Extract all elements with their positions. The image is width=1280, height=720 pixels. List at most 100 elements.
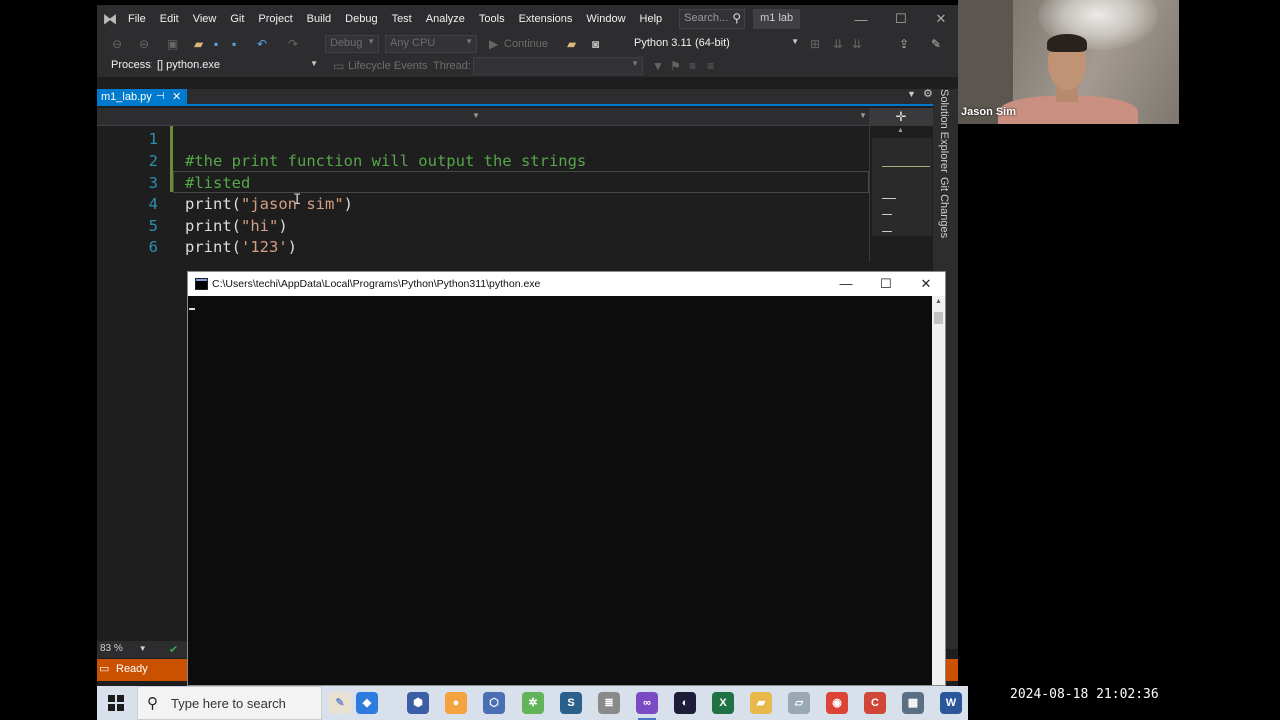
python-console-window[interactable]: C:\Users\techi\AppData\Local\Programs\Py… (187, 271, 946, 686)
save-all-icon[interactable]: ▪ (232, 36, 236, 52)
calculator-icon[interactable]: ▦ (902, 692, 924, 714)
minimap-viewport[interactable] (872, 138, 932, 236)
platform-dropdown[interactable]: Any CPU ▼ (385, 35, 477, 53)
notepad-icon[interactable]: ✎ (329, 692, 351, 714)
minimap-line (882, 231, 892, 232)
flag-icon[interactable]: ⚑ (670, 58, 681, 74)
process-dropdown[interactable]: [] python.exe ▼ (152, 57, 322, 75)
document-tab-strip: m1_lab.py ⊣ ✕ (97, 89, 940, 106)
configuration-dropdown[interactable]: Debug ▼ (325, 35, 379, 53)
menu-help[interactable]: Help (635, 5, 672, 33)
sql-icon[interactable]: S (560, 692, 582, 714)
console-scrollbar[interactable]: ▲ (932, 296, 945, 685)
zoom-control[interactable]: 83 % ▼ ✔ (97, 641, 187, 658)
navigation-bar[interactable]: ▼ ▼ (97, 108, 869, 126)
new-item-icon[interactable]: ▣ (167, 36, 178, 52)
open-folder-icon[interactable]: ▰ (194, 36, 203, 52)
chevron-down-icon: ▼ (465, 37, 473, 46)
redo-icon[interactable]: ↷ (288, 36, 298, 52)
camera-icon[interactable]: ◙ (592, 36, 599, 52)
solution-explorer-tab[interactable]: Solution Explorer (938, 89, 950, 173)
maximize-icon[interactable]: ☐ (881, 5, 921, 33)
console-minimize-icon[interactable]: — (826, 272, 866, 296)
menu-view[interactable]: View (188, 5, 226, 33)
code-line[interactable]: print("hi") (185, 217, 288, 235)
line-number: 4 (148, 195, 158, 213)
package-icon[interactable]: ⬡ (483, 692, 505, 714)
filter-icon[interactable]: ▼ (652, 58, 664, 74)
vs-search-input[interactable]: Search... ⚲ (679, 9, 746, 29)
console-close-icon[interactable]: ✕ (906, 272, 946, 296)
menu-analyze[interactable]: Analyze (421, 5, 474, 33)
windows-start-icon[interactable] (108, 695, 124, 711)
gear-icon[interactable]: ⚙ (923, 87, 933, 100)
file-explorer-icon[interactable]: ▰ (750, 692, 772, 714)
step-over-icon[interactable]: ⇊ (852, 36, 862, 52)
folder-icon[interactable]: ▰ (567, 36, 576, 52)
play-icon[interactable]: ▶ (489, 36, 498, 52)
stack-icon[interactable]: ≡ (689, 58, 696, 74)
no-issues-icon[interactable]: ✔ (169, 643, 178, 656)
console-title-bar[interactable]: C:\Users\techi\AppData\Local\Programs\Py… (188, 272, 945, 296)
step-icon[interactable]: ⇊ (833, 36, 843, 52)
continue-button[interactable]: Continue (504, 36, 548, 52)
menu-tools[interactable]: Tools (474, 5, 514, 33)
menu-extensions[interactable]: Extensions (514, 5, 582, 33)
tab-m1-lab[interactable]: m1_lab.py ⊣ ✕ (97, 89, 187, 106)
live-share-icon[interactable]: ⇪ (899, 36, 909, 52)
menu-edit[interactable]: Edit (155, 5, 188, 33)
menu-test[interactable]: Test (387, 5, 421, 33)
menu-file[interactable]: File (123, 5, 155, 33)
forward-icon[interactable]: ⊖ (139, 36, 149, 52)
tab-close-icon[interactable]: ✕ (172, 90, 181, 103)
notes-icon[interactable]: ▱ (788, 692, 810, 714)
chevron-down-icon[interactable]: ▼ (472, 111, 480, 120)
git-changes-tab[interactable]: Git Changes (938, 177, 950, 238)
eclipse-icon[interactable]: ◐ (674, 692, 696, 714)
menu-window[interactable]: Window (581, 5, 634, 33)
pin-icon[interactable]: ⊣ (156, 91, 165, 102)
menu-project[interactable]: Project (253, 5, 301, 33)
app-icon[interactable]: ◆ (356, 692, 378, 714)
split-window-icon[interactable]: ✛ (869, 108, 933, 126)
excel-icon[interactable]: X (712, 692, 734, 714)
back-icon[interactable]: ⊖ (112, 36, 122, 52)
close-icon[interactable]: ✕ (921, 5, 958, 33)
grid-icon[interactable]: ⊞ (810, 36, 820, 52)
code-line[interactable]: print('123') (185, 238, 297, 256)
scroll-up-icon[interactable]: ▲ (897, 127, 904, 134)
code-line[interactable]: print("jason sim") (185, 195, 353, 213)
save-icon[interactable]: ▪ (214, 36, 218, 52)
scroll-up-icon[interactable]: ▲ (935, 298, 942, 305)
chevron-down-icon[interactable]: ▼ (139, 644, 147, 653)
console-maximize-icon[interactable]: ☐ (866, 272, 906, 296)
menu-git[interactable]: Git (225, 5, 253, 33)
thread-dropdown[interactable]: ▼ (473, 57, 643, 75)
console-cursor (189, 308, 195, 310)
visual-studio-icon[interactable]: ∞ (636, 692, 658, 720)
undo-icon[interactable]: ↶ (257, 36, 267, 52)
word-icon[interactable]: W (940, 692, 962, 714)
chrome-icon[interactable]: ◉ (826, 692, 848, 714)
python-environment-dropdown[interactable]: Python 3.11 (64-bit) ▼ (629, 35, 803, 53)
stack-frame-icon[interactable]: ≡ (707, 58, 714, 74)
tab-list-dropdown-icon[interactable]: ▼ (907, 89, 916, 99)
virtualbox-icon[interactable]: ⬢ (407, 692, 429, 714)
search-icon: ⚲ (147, 695, 158, 712)
git-icon[interactable]: ✲ (522, 692, 544, 714)
scroll-thumb[interactable] (934, 312, 943, 324)
code-line[interactable]: #the print function will output the stri… (185, 152, 586, 170)
database-icon[interactable]: ≣ (598, 692, 620, 714)
minimize-icon[interactable]: — (841, 5, 881, 33)
menu-debug[interactable]: Debug (340, 5, 386, 33)
lifecycle-events-dropdown[interactable]: Lifecycle Events (348, 58, 427, 74)
ccleaner-icon[interactable]: C (864, 692, 886, 714)
windows-taskbar: ⚲ Type here to search ✎ ◆ ⬢ ⬡ ● ✲ S ≣ ∞ … (97, 686, 968, 720)
code-line[interactable]: #listed (185, 174, 250, 192)
taskbar-search-input[interactable]: ⚲ Type here to search (137, 686, 322, 720)
firefox-icon[interactable]: ● (445, 692, 467, 714)
menu-build[interactable]: Build (302, 5, 340, 33)
feedback-icon[interactable]: ✎ (931, 36, 941, 52)
chevron-down-icon[interactable]: ▼ (859, 111, 867, 120)
minimap-scrollbar[interactable] (869, 126, 933, 262)
